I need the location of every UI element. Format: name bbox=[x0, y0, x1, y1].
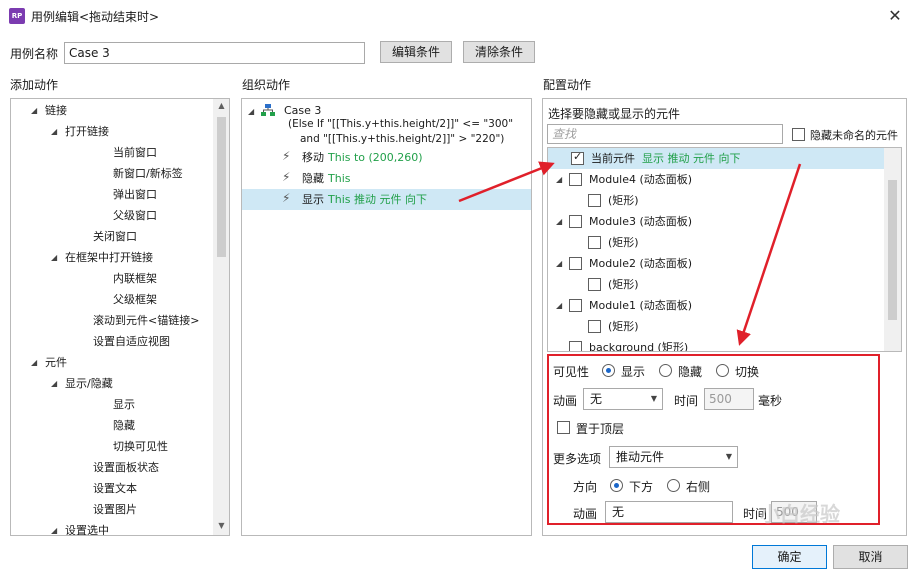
arrow-to-options bbox=[736, 163, 802, 346]
ok-button[interactable]: 确定 bbox=[752, 545, 827, 569]
annotation-arrows bbox=[458, 161, 802, 346]
cancel-button[interactable]: 取消 bbox=[833, 545, 908, 569]
arrow-to-current-widget bbox=[458, 161, 555, 203]
watermark-text: 小白经验 bbox=[760, 502, 840, 526]
